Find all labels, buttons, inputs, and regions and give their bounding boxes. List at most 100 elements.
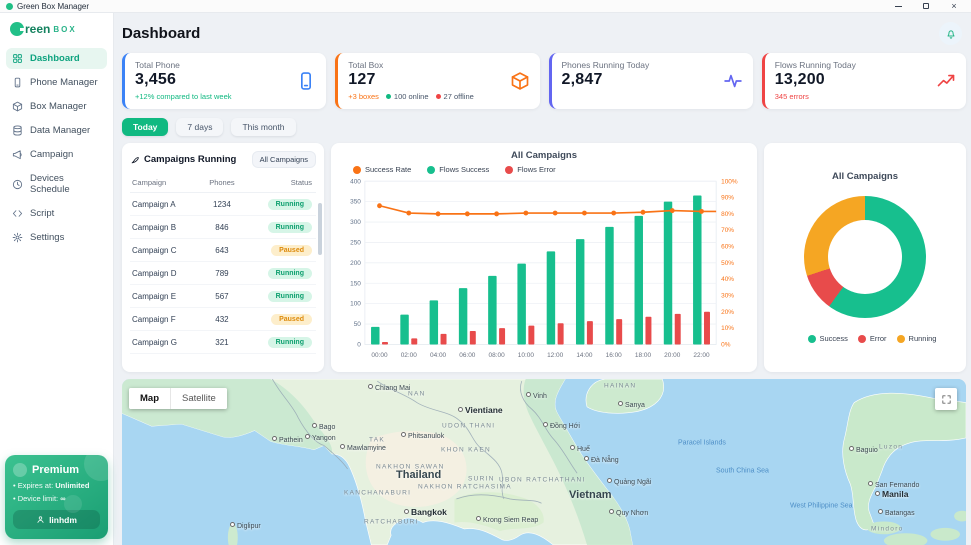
legend-label: Flows Error <box>517 165 556 174</box>
table-row[interactable]: Campaign D 789 Running <box>130 261 316 285</box>
svg-text:00:00: 00:00 <box>371 352 387 359</box>
table-row[interactable]: Campaign E 567 Running <box>130 284 316 308</box>
dashboard-icon <box>12 53 23 64</box>
table-row[interactable]: Campaign B 846 Running <box>130 215 316 239</box>
sidebar-item-settings[interactable]: Settings <box>6 227 107 248</box>
svg-text:300: 300 <box>350 219 361 226</box>
minimize-button[interactable] <box>893 2 903 11</box>
close-button[interactable]: × <box>949 1 959 11</box>
crown-icon <box>13 463 27 477</box>
legend-dot <box>427 165 436 174</box>
table-scrollbar[interactable] <box>318 203 322 255</box>
svg-text:350: 350 <box>350 199 361 206</box>
legend-dot <box>353 165 361 174</box>
sidebar-item-script[interactable]: Script <box>6 203 107 224</box>
sidebar-item-data-manager[interactable]: Data Manager <box>6 120 107 141</box>
map-canvas[interactable]: Map Satellite HAINAN Sanya Vinh Đồng Hới Huế… <box>122 379 966 545</box>
legend-label: Flows Success <box>439 165 490 174</box>
campaigns-chart-panel: All Campaigns Success Rate Flows Success F… <box>331 143 757 372</box>
stat-sub-item: 27 offline <box>435 92 474 101</box>
table-row[interactable]: Campaign A 1234 Running <box>130 192 316 216</box>
map-fullscreen-button[interactable] <box>935 388 957 410</box>
app-logo-icon <box>6 2 13 10</box>
stat-sub-item: 100 online <box>385 92 429 101</box>
stat-card-4: Flows Running Today 13,200 345 errors <box>761 53 966 109</box>
status-badge: Running <box>267 290 312 302</box>
all-campaigns-button[interactable]: All Campaigns <box>251 151 316 168</box>
status-badge: Running <box>267 336 312 348</box>
svg-text:90%: 90% <box>721 195 734 202</box>
brand-g-icon <box>10 22 25 36</box>
donut-panel: All Campaigns Success Error Running <box>764 143 966 372</box>
brand-name: reen <box>25 22 51 36</box>
pulse-icon <box>723 71 743 91</box>
sidebar-collapse-icon[interactable] <box>92 23 105 36</box>
phone-icon <box>12 77 23 88</box>
fullscreen-icon <box>941 394 952 405</box>
svg-text:22:00: 22:00 <box>693 352 709 359</box>
rocket-icon <box>130 155 140 165</box>
sidebar-item-devices-schedule[interactable]: Devices Schedule <box>6 168 107 200</box>
svg-text:0%: 0% <box>721 341 730 348</box>
map-type-map-button[interactable]: Map <box>129 388 170 409</box>
campaign-status-cell: Paused <box>243 238 316 262</box>
svg-text:80%: 80% <box>721 211 734 218</box>
sidebar-item-campaign[interactable]: Campaign <box>6 144 107 165</box>
legend-dot <box>896 334 905 343</box>
campaign-name: Campaign B <box>130 215 201 239</box>
donut-legend-item-success: Success <box>807 334 848 343</box>
notifications-button[interactable] <box>939 22 962 45</box>
donut-legend-item-error: Error <box>857 334 887 343</box>
svg-text:250: 250 <box>350 239 361 246</box>
stat-card-3: Phones Running Today 2,847 <box>548 53 753 109</box>
stat-label: Flows Running Today <box>774 60 856 70</box>
svg-text:02:00: 02:00 <box>401 352 417 359</box>
campaign-status-cell: Paused <box>243 307 316 331</box>
campaign-phones: 643 <box>200 238 244 262</box>
maximize-button[interactable] <box>921 2 931 11</box>
stat-sub-item: +12% compared to last week <box>135 92 232 101</box>
sidebar-item-box-manager[interactable]: Box Manager <box>6 96 107 117</box>
stat-cards-row: Total Phone 3,456 +12% compared to last we… <box>122 53 966 109</box>
filter-tab-this-month[interactable]: This month <box>231 118 296 136</box>
premium-expiry: • Expires at: Unlimited <box>13 481 90 490</box>
legend-item-flows-error: Flows Error <box>505 165 556 174</box>
sidebar-item-phone-manager[interactable]: Phone Manager <box>6 72 107 93</box>
filter-tab-7-days[interactable]: 7 days <box>176 118 224 136</box>
status-badge: Running <box>267 198 312 210</box>
box-icon <box>12 101 23 112</box>
campaign-phones: 789 <box>200 261 244 285</box>
table-row[interactable]: Campaign F 432 Paused <box>130 307 316 331</box>
svg-text:10:00: 10:00 <box>518 352 534 359</box>
table-row[interactable]: Campaign G 321 Running <box>130 330 316 354</box>
sidebar-item-dashboard[interactable]: Dashboard <box>6 48 107 69</box>
campaign-name: Campaign G <box>130 330 201 354</box>
premium-account-button[interactable]: linhdm <box>13 510 100 529</box>
legend-item-success-rate: Success Rate <box>353 165 411 174</box>
sidebar-item-label: Dashboard <box>30 53 80 64</box>
campaigns-panel: Campaigns Running All Campaigns Campaign… <box>122 143 324 372</box>
legend-dot <box>857 334 866 343</box>
campaign-phones: 567 <box>200 284 244 308</box>
campaign-status-cell: Running <box>243 330 316 354</box>
chart-title: All Campaigns <box>511 150 577 161</box>
legend-label: Error <box>869 334 887 343</box>
stat-card-1: Total Phone 3,456 +12% compared to last we… <box>122 53 327 109</box>
table-row[interactable]: Campaign C 643 Paused <box>130 238 316 262</box>
gear-icon <box>12 232 23 243</box>
map-geography <box>122 379 966 545</box>
map-type-satellite-button[interactable]: Satellite <box>170 388 227 409</box>
sidebar-item-label: Data Manager <box>30 125 91 136</box>
stat-value: 2,847 <box>561 71 603 88</box>
donut-chart <box>804 196 926 318</box>
svg-text:0: 0 <box>357 341 361 348</box>
svg-text:08:00: 08:00 <box>489 352 505 359</box>
premium-card: Premium • Expires at: Unlimited • Device… <box>5 455 108 539</box>
stat-subtext: 345 errors <box>775 92 956 101</box>
legend-dot <box>807 334 816 343</box>
campaign-phones: 846 <box>200 215 244 239</box>
filter-tab-today[interactable]: Today <box>122 118 169 136</box>
premium-device-limit: • Device limit: ∞ <box>13 494 66 503</box>
cube-icon <box>510 71 530 91</box>
svg-text:50: 50 <box>354 321 362 328</box>
